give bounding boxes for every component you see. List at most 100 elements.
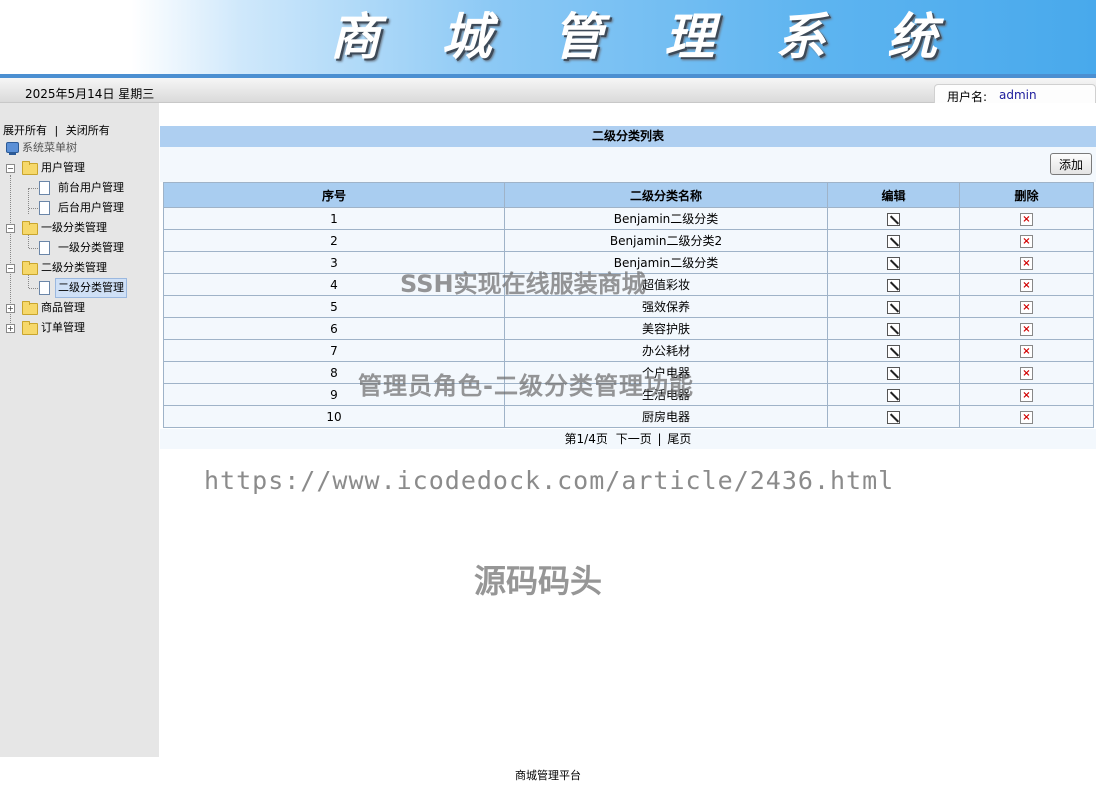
edit-pencil-icon[interactable] [887,388,900,402]
tree-item-category2[interactable]: 二级分类管理 [38,278,158,298]
column-header-no: 序号 [163,182,505,208]
table-header-row: 序号 二级分类名称 编辑 删除 [163,182,1094,208]
tree-item-label-selected: 二级分类管理 [55,278,127,298]
tree-group-order[interactable]: + 订单管理 [5,319,155,337]
cell-no: 6 [163,317,505,340]
expand-toggle-icon[interactable]: + [6,324,15,333]
watermark-brand: 源码码头 [474,562,603,600]
column-header-delete: 删除 [959,182,1094,208]
page-title: 二级分类列表 [160,126,1096,147]
delete-x-icon[interactable]: × [1020,388,1033,402]
edit-pencil-icon[interactable] [887,234,900,248]
edit-pencil-icon[interactable] [887,410,900,424]
tree-item-label: 一级分类管理 [58,241,124,254]
current-date: 2025年5月14日 星期三 [25,87,155,101]
pagination: 第1/4页 下一页 | 尾页 [160,429,1096,449]
tree-line [29,188,38,189]
delete-x-icon[interactable]: × [1020,256,1033,270]
delete-x-icon[interactable]: × [1020,212,1033,226]
cell-delete: × [959,273,1094,296]
table-row: 7 办公耗材 × [163,339,1094,362]
system-title: 商 城 管 理 系 统 [330,7,960,66]
cell-edit [827,361,960,384]
tree-item-label: 前台用户管理 [58,181,124,194]
add-button[interactable]: 添加 [1050,153,1092,175]
page-icon [39,281,50,295]
tree-item-category1[interactable]: 一级分类管理 [38,239,158,257]
cell-no: 1 [163,207,505,230]
computer-icon [6,142,19,153]
edit-pencil-icon[interactable] [887,344,900,358]
tree-group-label: 商品管理 [41,301,85,314]
edit-pencil-icon[interactable] [887,278,900,292]
delete-x-icon[interactable]: × [1020,234,1033,248]
cell-delete: × [959,317,1094,340]
edit-pencil-icon[interactable] [887,212,900,226]
tree-group-user[interactable]: − 用户管理 [5,159,155,177]
cell-edit [827,317,960,340]
cell-delete: × [959,339,1094,362]
watermark-title: SSH实现在线服装商城 [400,270,646,298]
table-row: 6 美容护肤 × [163,317,1094,340]
delete-x-icon[interactable]: × [1020,410,1033,424]
cell-edit [827,273,960,296]
table-row: 2 Benjamin二级分类2 × [163,229,1094,252]
watermark-url: https://www.icodedock.com/article/2436.h… [204,466,895,495]
tree-line [28,188,29,214]
expand-toggle-icon[interactable]: + [6,304,15,313]
collapse-all-link[interactable]: 关闭所有 [66,124,110,137]
tree-ctrl-separator: | [54,124,59,137]
tree-group-label: 用户管理 [41,161,85,174]
delete-x-icon[interactable]: × [1020,278,1033,292]
tree-group-category1[interactable]: − 一级分类管理 [5,219,155,237]
page-icon [39,241,50,255]
toolbar: 添加 [160,147,1096,182]
cell-delete: × [959,295,1094,318]
delete-x-icon[interactable]: × [1020,322,1033,336]
page-icon [39,201,50,215]
folder-closed-icon [22,321,38,335]
tree-group-label: 二级分类管理 [41,261,107,274]
table-row: 1 Benjamin二级分类 × [163,207,1094,230]
tree-root-label: 系统菜单树 [22,141,77,154]
pager-separator: | [657,432,662,446]
delete-x-icon[interactable]: × [1020,366,1033,380]
edit-pencil-icon[interactable] [887,300,900,314]
cell-delete: × [959,405,1094,428]
folder-open-icon [22,221,38,235]
edit-pencil-icon[interactable] [887,366,900,380]
computer-stand-icon [9,153,16,155]
folder-open-icon [22,161,38,175]
cell-edit [827,295,960,318]
tree-group-category2[interactable]: − 二级分类管理 [5,259,155,277]
cell-edit [827,339,960,362]
table-row: 10 厨房电器 × [163,405,1094,428]
tree-line [29,208,38,209]
tree-item-label: 后台用户管理 [58,201,124,214]
edit-pencil-icon[interactable] [887,322,900,336]
expand-all-link[interactable]: 展开所有 [3,124,47,137]
collapse-toggle-icon[interactable]: − [6,264,15,273]
cell-no: 10 [163,405,505,428]
tree-group-product[interactable]: + 商品管理 [5,299,155,317]
collapse-toggle-icon[interactable]: − [6,224,15,233]
collapse-toggle-icon[interactable]: − [6,164,15,173]
delete-x-icon[interactable]: × [1020,300,1033,314]
column-header-name: 二级分类名称 [504,182,828,208]
cell-delete: × [959,383,1094,406]
next-page-link[interactable]: 下一页 [616,432,652,446]
delete-x-icon[interactable]: × [1020,344,1033,358]
header-banner: 商 城 管 理 系 统 [0,0,1096,74]
last-page-link[interactable]: 尾页 [667,432,691,446]
edit-pencil-icon[interactable] [887,256,900,270]
cell-delete: × [959,251,1094,274]
tree-item-back-user[interactable]: 后台用户管理 [38,199,158,217]
page-info: 第1/4页 [564,432,608,446]
tree-group-label: 一级分类管理 [41,221,107,234]
footer-text: 商城管理平台 [515,769,581,782]
folder-closed-icon [22,301,38,315]
tree-item-front-user[interactable]: 前台用户管理 [38,179,158,197]
cell-no: 2 [163,229,505,252]
tree-line [29,248,38,249]
tree-root[interactable]: 系统菜单树 [6,139,156,157]
